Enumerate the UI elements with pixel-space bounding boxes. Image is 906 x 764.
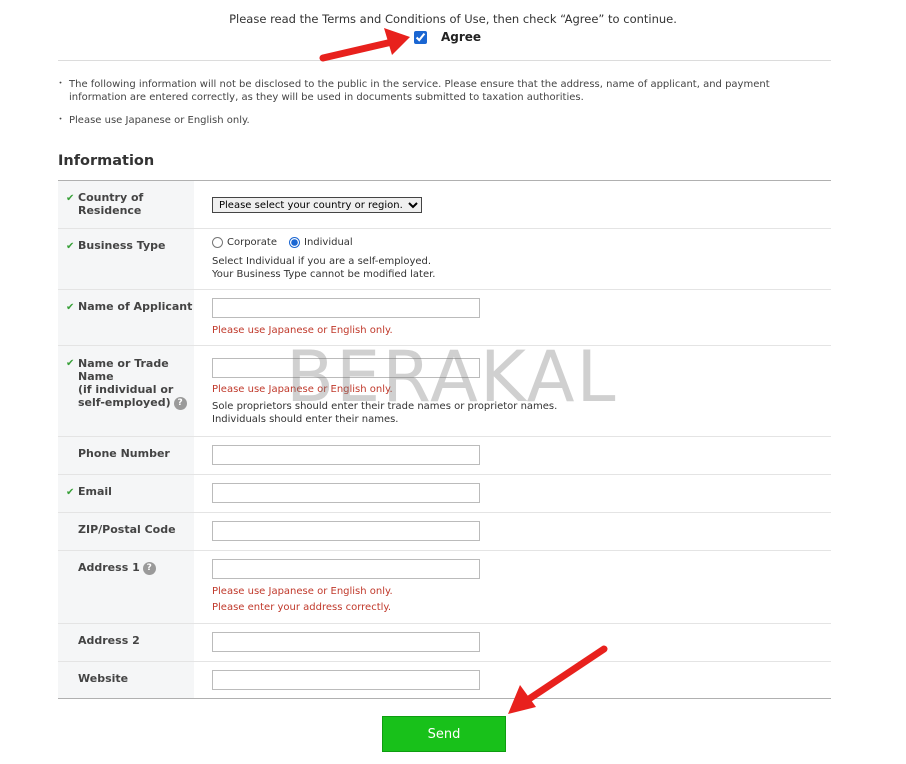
corporate-label: Corporate [227, 237, 277, 248]
help-icon[interactable]: ? [173, 396, 187, 410]
required-check-icon: ✔ [66, 487, 75, 498]
terms-text: Please read the Terms and Conditions of … [229, 12, 677, 26]
address2-input[interactable] [212, 632, 480, 652]
help-icon[interactable]: ? [142, 561, 156, 575]
phone-input[interactable] [212, 445, 480, 465]
row-phone: Phone Number [58, 437, 831, 475]
required-check-icon: ✔ [66, 241, 75, 252]
row-address1: Address 1? Please use Japanese or Englis… [58, 551, 831, 624]
applicant-error: Please use Japanese or English only. [212, 325, 393, 336]
section-title: Information [58, 153, 155, 169]
notes: The following information will not be di… [56, 78, 830, 137]
applicant-input[interactable] [212, 298, 480, 318]
required-check-icon: ✔ [66, 358, 75, 369]
send-button[interactable]: Send [382, 716, 506, 752]
agree-row: Agree [414, 30, 481, 44]
trade-name-error: Please use Japanese or English only. [212, 384, 393, 395]
row-trade-name: ✔ Name or Trade Name (if individual or s… [58, 346, 831, 437]
trade-name-desc-1: Sole proprietors should enter their trad… [212, 401, 558, 412]
corporate-radio[interactable] [212, 237, 223, 248]
required-check-icon: ✔ [66, 302, 75, 313]
agree-label: Agree [441, 30, 482, 44]
label-trade-name: ✔ Name or Trade Name (if individual or s… [58, 346, 194, 436]
trade-name-input[interactable] [212, 358, 480, 378]
row-zip: ZIP/Postal Code [58, 513, 831, 551]
individual-label: Individual [304, 237, 353, 248]
row-country: ✔ Country of Residence Please select you… [58, 181, 831, 229]
country-select[interactable]: Please select your country or region. [212, 197, 422, 213]
row-business-type: ✔ Business Type Corporate Individual Sel… [58, 229, 831, 290]
label-business-type: ✔ Business Type [58, 229, 194, 289]
trade-name-desc-2: Individuals should enter their names. [212, 414, 399, 425]
note-language: Please use Japanese or English only. [56, 114, 830, 127]
label-email: ✔ Email [58, 475, 194, 512]
email-input[interactable] [212, 483, 480, 503]
required-check-icon: ✔ [66, 193, 75, 204]
row-website: Website [58, 662, 831, 698]
label-address2: Address 2 [58, 624, 194, 661]
individual-radio[interactable] [289, 237, 300, 248]
label-website: Website [58, 662, 194, 698]
label-country: ✔ Country of Residence [58, 181, 194, 228]
agree-checkbox[interactable] [414, 30, 427, 44]
label-address1: Address 1? [58, 551, 194, 623]
row-email: ✔ Email [58, 475, 831, 513]
information-form: ✔ Country of Residence Please select you… [58, 180, 831, 699]
address1-error-format: Please enter your address correctly. [212, 602, 392, 613]
label-phone: Phone Number [58, 437, 194, 474]
red-arrow-icon [319, 28, 410, 62]
row-applicant: ✔ Name of Applicant Please use Japanese … [58, 290, 831, 346]
address1-input[interactable] [212, 559, 480, 579]
note-disclosure: The following information will not be di… [56, 78, 830, 104]
label-applicant: ✔ Name of Applicant [58, 290, 194, 345]
divider [58, 60, 831, 61]
website-input[interactable] [212, 670, 480, 690]
label-zip: ZIP/Postal Code [58, 513, 194, 550]
zip-input[interactable] [212, 521, 480, 541]
address1-error-language: Please use Japanese or English only. [212, 586, 393, 597]
row-address2: Address 2 [58, 624, 831, 662]
business-type-desc-1: Select Individual if you are a self-empl… [212, 256, 432, 267]
business-type-desc-2: Your Business Type cannot be modified la… [212, 269, 436, 280]
